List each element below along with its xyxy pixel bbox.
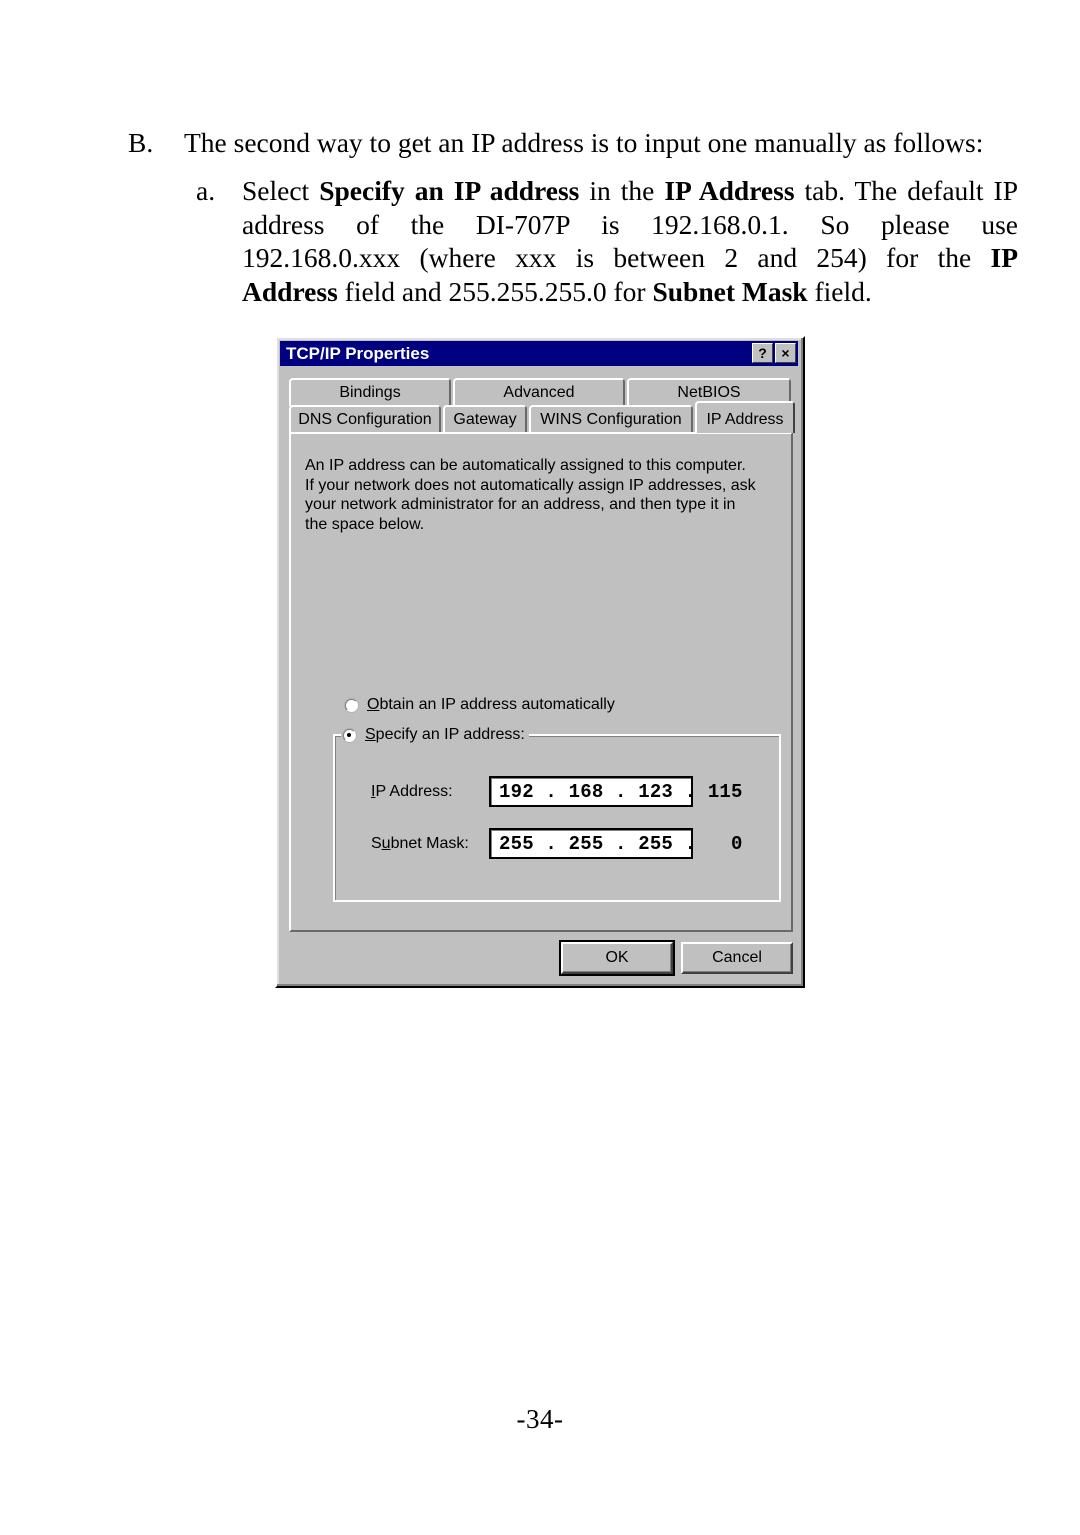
description-line-2: If your network does not automatically a… xyxy=(305,476,756,494)
line4-post: field. xyxy=(807,275,872,307)
specify-ip-group-box: Specify an IP address: IP Address: 192 .… xyxy=(333,726,781,902)
line4-mid: field and 255.255.255.0 for xyxy=(337,275,653,307)
subnet-mask-value: 255 . 255 . 255 . 0 xyxy=(499,832,743,855)
close-icon[interactable]: × xyxy=(775,343,796,363)
line1-bold-specify: Specify an IP address xyxy=(319,175,580,206)
line1-pre: Select xyxy=(242,175,320,206)
mnemonic-u: u xyxy=(381,834,391,852)
radio-button-icon-obtain[interactable] xyxy=(345,698,358,712)
subnet-mask-label-pre: S xyxy=(371,834,382,852)
radio-label-specify: Specify an IP address: xyxy=(365,726,525,744)
tab-ip-address[interactable]: IP Address xyxy=(695,401,795,433)
line1-post: tab. The default IP xyxy=(794,175,1019,206)
ip-address-input[interactable]: 192 . 168 . 123 . 115 xyxy=(489,776,742,807)
paragraph-b: B. The second way to get an IP address i… xyxy=(128,126,1018,160)
ip-address-label-rest: P Address: xyxy=(375,782,453,800)
ip-address-field-row: IP Address: 192 . 168 . 123 . 115 xyxy=(371,776,742,807)
paragraph-b-text: The second way to get an IP address is t… xyxy=(184,127,984,158)
mnemonic-s: S xyxy=(365,726,376,743)
page-number: -34- xyxy=(516,1404,564,1434)
ip-address-label: IP Address: xyxy=(371,783,489,801)
ip-address-tab-panel: An IP address can be automatically assig… xyxy=(289,432,793,932)
ok-button[interactable]: OK xyxy=(559,940,675,976)
tab-bindings[interactable]: Bindings xyxy=(289,378,451,406)
line1-mid: in the xyxy=(579,175,665,206)
subnet-mask-label: Subnet Mask: xyxy=(371,835,489,853)
description-line-1: An IP address can be automatically assig… xyxy=(305,457,746,474)
paragraph-a-line-2: address of the DI-707P is 192.168.0.1. S… xyxy=(242,208,1018,240)
tcpip-properties-dialog: TCP/IP Properties ? × Bindings Advanced … xyxy=(275,336,805,988)
line3-bold-ip: IP xyxy=(990,242,1019,273)
radio-obtain-rest: btain an IP address automatically xyxy=(379,696,615,713)
mnemonic-o: O xyxy=(367,696,380,713)
line4-bold-address: Address xyxy=(242,275,338,307)
line1-bold-ipaddress: IP Address xyxy=(664,175,795,206)
line4-bold-subnetmask: Subnet Mask xyxy=(652,275,808,307)
list-marker-a: a. xyxy=(196,175,216,206)
paragraph-a-text: Select Specify an IP address in the IP A… xyxy=(242,174,1018,308)
radio-obtain-ip-automatically[interactable]: Obtain an IP address automatically xyxy=(345,696,615,714)
radio-button-icon-specify[interactable] xyxy=(343,728,356,742)
radio-specify-rest: pecify an IP address: xyxy=(375,726,525,743)
radio-label-obtain: Obtain an IP address automatically xyxy=(367,696,615,714)
tab-strip: Bindings Advanced NetBIOS DNS Configurat… xyxy=(289,378,795,434)
line3-pre: 192.168.0.xxx (where xxx is between 2 an… xyxy=(242,242,991,273)
paragraph-a-line-3: 192.168.0.xxx (where xxx is between 2 an… xyxy=(242,241,1018,275)
subnet-mask-input[interactable]: 255 . 255 . 255 . 0 xyxy=(489,828,742,859)
subnet-mask-label-rest: bnet Mask: xyxy=(390,834,469,852)
tab-wins-configuration[interactable]: WINS Configuration xyxy=(529,405,693,433)
dialog-titlebar[interactable]: TCP/IP Properties ? × xyxy=(280,341,798,366)
radio-specify-ip-address[interactable]: Specify an IP address: xyxy=(341,726,529,744)
dialog-button-row: OK Cancel xyxy=(277,938,803,978)
tab-dns-configuration[interactable]: DNS Configuration xyxy=(289,405,441,433)
titlebar-button-group: ? × xyxy=(752,343,796,363)
paragraph-a: a. Select Specify an IP address in the I… xyxy=(196,174,1018,308)
ip-address-value: 192 . 168 . 123 . 115 xyxy=(499,780,743,803)
tab-advanced[interactable]: Advanced xyxy=(453,378,625,406)
tab-gateway[interactable]: Gateway xyxy=(443,405,527,433)
tab-row-lower: DNS Configuration Gateway WINS Configura… xyxy=(289,401,797,433)
cancel-button[interactable]: Cancel xyxy=(681,942,793,974)
paragraph-a-line-4: Address field and 255.255.255.0 for Subn… xyxy=(242,275,1018,309)
description-text: An IP address can be automatically assig… xyxy=(305,456,775,534)
dialog-title: TCP/IP Properties xyxy=(286,343,430,363)
description-line-3: your network administrator for an addres… xyxy=(305,496,736,513)
subnet-mask-field-row: Subnet Mask: 255 . 255 . 255 . 0 xyxy=(371,828,742,859)
list-marker-b: B. xyxy=(128,127,154,158)
description-line-4: the space below. xyxy=(305,515,425,533)
paragraph-a-line-1: Select Specify an IP address in the IP A… xyxy=(242,174,1018,208)
help-icon[interactable]: ? xyxy=(752,343,773,363)
